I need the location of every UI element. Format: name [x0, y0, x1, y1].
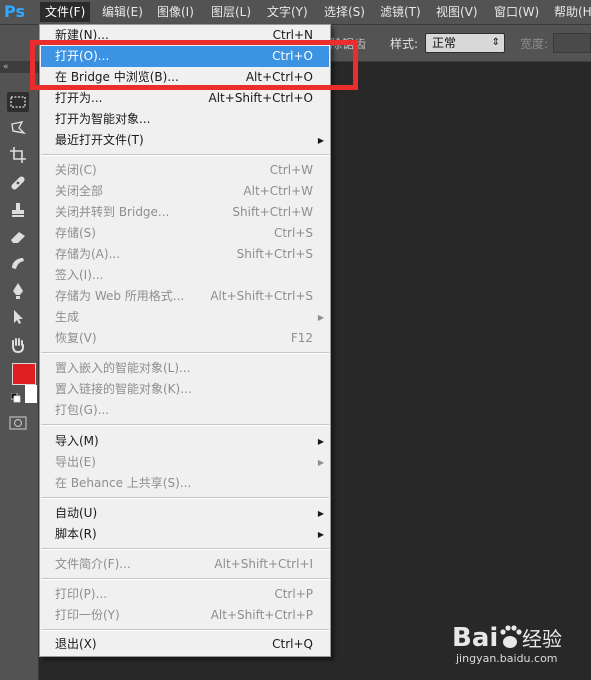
- menu-item-save-for-web: 存储为 Web 所用格式... Alt+Shift+Ctrl+S: [55, 289, 313, 303]
- style-label: 样式:: [390, 37, 419, 51]
- submenu-arrow-icon: ▶: [317, 437, 324, 446]
- menu-item-open-as-smart-object[interactable]: 打开为智能对象...: [41, 109, 329, 130]
- menu-separator: [41, 548, 329, 550]
- menu-item-close: 关闭(C) Ctrl+W: [55, 163, 313, 177]
- clone-stamp-icon[interactable]: [7, 200, 29, 220]
- submenu-arrow-icon: ▶: [317, 313, 324, 322]
- menu-item-exit[interactable]: 退出(X) Ctrl+Q: [41, 634, 329, 655]
- submenu-arrow-icon: ▶: [317, 458, 324, 467]
- menu-item-open-recent[interactable]: 最近打开文件(T) ▶: [41, 130, 329, 151]
- file-menu-dropdown: 新建(N)... Ctrl+N 打开(O)... Ctrl+O 在 Bridge 中…: [39, 24, 331, 657]
- menu-item-open-as[interactable]: 打开为... Alt+Shift+Ctrl+O: [41, 88, 329, 109]
- menu-item-file-info: 文件简介(F)... Alt+Shift+Ctrl+I: [55, 557, 313, 571]
- menu-layer[interactable]: 图层(L): [206, 2, 256, 22]
- tools-panel: [0, 73, 39, 680]
- menu-item-print-one-copy: 打印一份(Y) Alt+Shift+Ctrl+P: [55, 608, 313, 622]
- menu-item-package: 打包(G)...: [55, 403, 110, 417]
- default-colors-icon[interactable]: [11, 393, 21, 403]
- menu-item-scripts[interactable]: 脚本(R) ▶: [41, 524, 329, 545]
- style-select-value: 正常: [432, 36, 457, 50]
- submenu-arrow-icon: ▶: [317, 530, 324, 539]
- menu-view[interactable]: 视图(V): [431, 2, 483, 22]
- menu-item-generate: 生成 ▶: [41, 307, 329, 328]
- menu-separator: [41, 497, 329, 499]
- menu-item-share-on-behance: 在 Behance 上共享(S)...: [55, 476, 192, 490]
- menu-separator: [41, 424, 329, 426]
- menu-bar: Ps 文件(F) 编辑(E) 图像(I) 图层(L) 文字(Y) 选择(S) 滤…: [0, 0, 591, 25]
- highlight-annotation-box: [30, 40, 358, 90]
- hand-icon[interactable]: [7, 335, 29, 355]
- width-input[interactable]: [553, 33, 591, 53]
- menu-select[interactable]: 选择(S): [319, 2, 370, 22]
- menu-window[interactable]: 窗口(W): [489, 2, 544, 22]
- menu-item-save: 存储(S) Ctrl+S: [55, 226, 313, 240]
- menu-item-close-and-go-to-bridge: 关闭并转到 Bridge... Shift+Ctrl+W: [55, 205, 313, 219]
- pen-icon[interactable]: [7, 281, 29, 301]
- rectangular-marquee-icon[interactable]: [7, 92, 29, 112]
- photoshop-logo: Ps: [4, 2, 25, 21]
- healing-brush-icon[interactable]: [7, 173, 29, 193]
- crop-icon[interactable]: [7, 145, 29, 165]
- svg-text:Bai: Bai: [452, 623, 498, 653]
- menu-edit[interactable]: 编辑(E): [97, 2, 148, 22]
- path-selection-icon[interactable]: [7, 307, 29, 327]
- menu-item-import[interactable]: 导入(M) ▶: [41, 431, 329, 452]
- menu-help[interactable]: 帮助(H: [549, 2, 591, 22]
- menu-filter[interactable]: 滤镜(T): [375, 2, 426, 22]
- menu-type[interactable]: 文字(Y): [262, 2, 313, 22]
- menu-item-revert: 恢复(V) F12: [55, 331, 313, 345]
- menu-item-place-linked: 置入链接的智能对象(K)...: [55, 382, 192, 396]
- submenu-arrow-icon: ▶: [317, 509, 324, 518]
- menu-item-check-in: 签入(I)...: [55, 268, 104, 282]
- svg-text:经验: 经验: [522, 627, 562, 651]
- submenu-arrow-icon: ▶: [317, 136, 324, 145]
- menu-item-export: 导出(E) ▶: [41, 452, 329, 473]
- lasso-icon[interactable]: [7, 118, 29, 138]
- menu-separator: [41, 352, 329, 354]
- smudge-icon[interactable]: [7, 253, 29, 273]
- background-color-swatch[interactable]: [25, 385, 37, 403]
- menu-item-save-as: 存储为(A)... Shift+Ctrl+S: [55, 247, 313, 261]
- baidu-jingyan-watermark: Bai 经验: [452, 623, 562, 653]
- menu-item-place-embedded: 置入嵌入的智能对象(L)...: [55, 361, 191, 375]
- eraser-icon[interactable]: [7, 227, 29, 247]
- width-label: 宽度:: [520, 37, 549, 51]
- menu-separator: [41, 578, 329, 580]
- menu-item-close-all: 关闭全部 Alt+Ctrl+W: [55, 184, 313, 198]
- chevron-updown-icon: ⇕: [491, 37, 500, 48]
- quick-mask-icon[interactable]: [9, 416, 27, 430]
- style-select[interactable]: 正常 ⇕: [425, 33, 505, 53]
- watermark-url: jingyan.baidu.com: [456, 652, 558, 665]
- menu-image[interactable]: 图像(I): [152, 2, 199, 22]
- menu-separator: [41, 154, 329, 156]
- foreground-color-swatch[interactable]: [12, 363, 36, 385]
- menu-file[interactable]: 文件(F): [40, 2, 91, 22]
- menu-item-print: 打印(P)... Ctrl+P: [55, 587, 313, 601]
- menu-separator: [41, 629, 329, 631]
- menu-item-automate[interactable]: 自动(U) ▶: [41, 503, 329, 524]
